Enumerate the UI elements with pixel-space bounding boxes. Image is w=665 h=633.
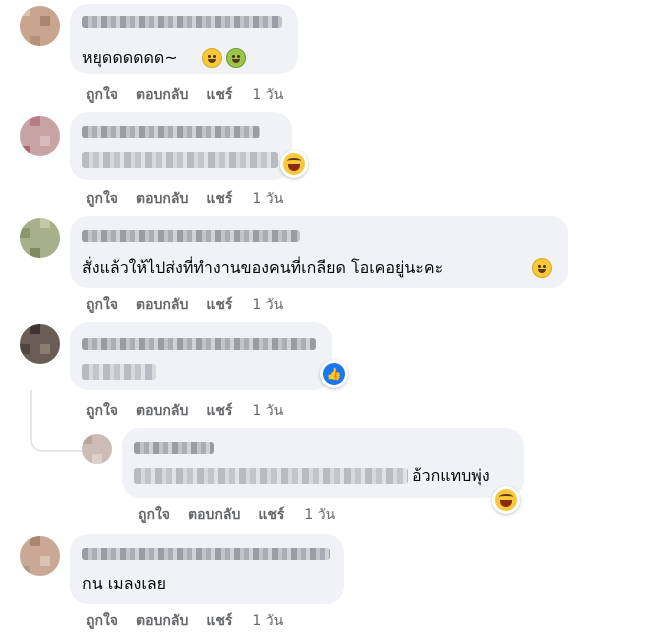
share-link[interactable]: แชร์ [206,188,232,210]
commenter-name-blurred[interactable] [134,442,214,454]
timestamp[interactable]: 1 วัน [252,84,283,106]
comment-text: อ้วกแทบพุ่ง [412,466,490,485]
timestamp[interactable]: 1 วัน [252,400,283,422]
reply-link[interactable]: ตอบกลับ [136,188,188,210]
avatar[interactable] [82,434,112,464]
laugh-reaction-icon[interactable] [492,486,520,514]
reply-link[interactable]: ตอบกลับ [188,504,240,526]
like-link[interactable]: ถูกใจ [138,504,170,526]
comment-actions: ถูกใจ ตอบกลับ แชร์ 1 วัน [86,400,301,422]
avatar[interactable] [20,6,60,46]
like-link[interactable]: ถูกใจ [86,188,118,210]
avatar[interactable] [20,324,60,364]
commenter-name-blurred[interactable] [82,230,300,242]
reply-link[interactable]: ตอบกลับ [136,400,188,422]
comment-text-blurred [82,152,278,168]
comment-text: สั่งแล้วให้ไปส่งที่ทำงานของคนที่เกลียด โ… [82,258,444,277]
reply-link[interactable]: ตอบกลับ [136,610,188,632]
share-link[interactable]: แชร์ [258,504,284,526]
timestamp[interactable]: 1 วัน [252,610,283,632]
comment-bubble: หยุดดดดดด~ [70,4,298,74]
comment-actions: ถูกใจ ตอบกลับ แชร์ 1 วัน [86,294,301,316]
comment-actions: ถูกใจ ตอบกลับ แชร์ 1 วัน [86,610,301,632]
share-link[interactable]: แชร์ [206,610,232,632]
commenter-name-blurred[interactable] [82,338,316,350]
comment-actions: ถูกใจ ตอบกลับ แชร์ 1 วัน [138,504,353,526]
comment-bubble [70,322,332,390]
avatar[interactable] [20,536,60,576]
laugh-reaction-icon[interactable] [280,150,308,178]
share-link[interactable]: แชร์ [206,84,232,106]
timestamp[interactable]: 1 วัน [252,294,283,316]
comment-text-blurred [82,364,156,380]
timestamp[interactable]: 1 วัน [304,504,335,526]
reply-link[interactable]: ตอบกลับ [136,294,188,316]
share-link[interactable]: แชร์ [206,400,232,422]
like-link[interactable]: ถูกใจ [86,400,118,422]
comment-text-blurred [134,468,408,484]
like-link[interactable]: ถูกใจ [86,294,118,316]
comment-bubble: กน เมลงเลย [70,534,344,604]
like-link[interactable]: ถูกใจ [86,610,118,632]
avatar[interactable] [20,116,60,156]
sweat-smile-emoji [202,48,222,68]
commenter-name-blurred[interactable] [82,126,260,138]
grinning-sweat-emoji [532,258,552,278]
like-link[interactable]: ถูกใจ [86,84,118,106]
comment-text: หยุดดดดดด~ [82,48,178,67]
comment-text: กน เมลงเลย [82,574,166,593]
reply-thread-line [30,390,82,452]
comment-actions: ถูกใจ ตอบกลับ แชร์ 1 วัน [86,188,301,210]
comment-bubble: สั่งแล้วให้ไปส่งที่ทำงานของคนที่เกลียด โ… [70,216,568,288]
like-reaction-icon[interactable]: 👍 [320,360,348,388]
comment-actions: ถูกใจ ตอบกลับ แชร์ 1 วัน [86,84,301,106]
reply-link[interactable]: ตอบกลับ [136,84,188,106]
share-link[interactable]: แชร์ [206,294,232,316]
commenter-name-blurred[interactable] [82,16,282,28]
avatar[interactable] [20,218,60,258]
comment-bubble: อ้วกแทบพุ่ง [122,428,524,498]
comment-bubble [70,112,292,180]
commenter-name-blurred[interactable] [82,548,330,560]
nauseated-emoji [226,48,246,68]
timestamp[interactable]: 1 วัน [252,188,283,210]
